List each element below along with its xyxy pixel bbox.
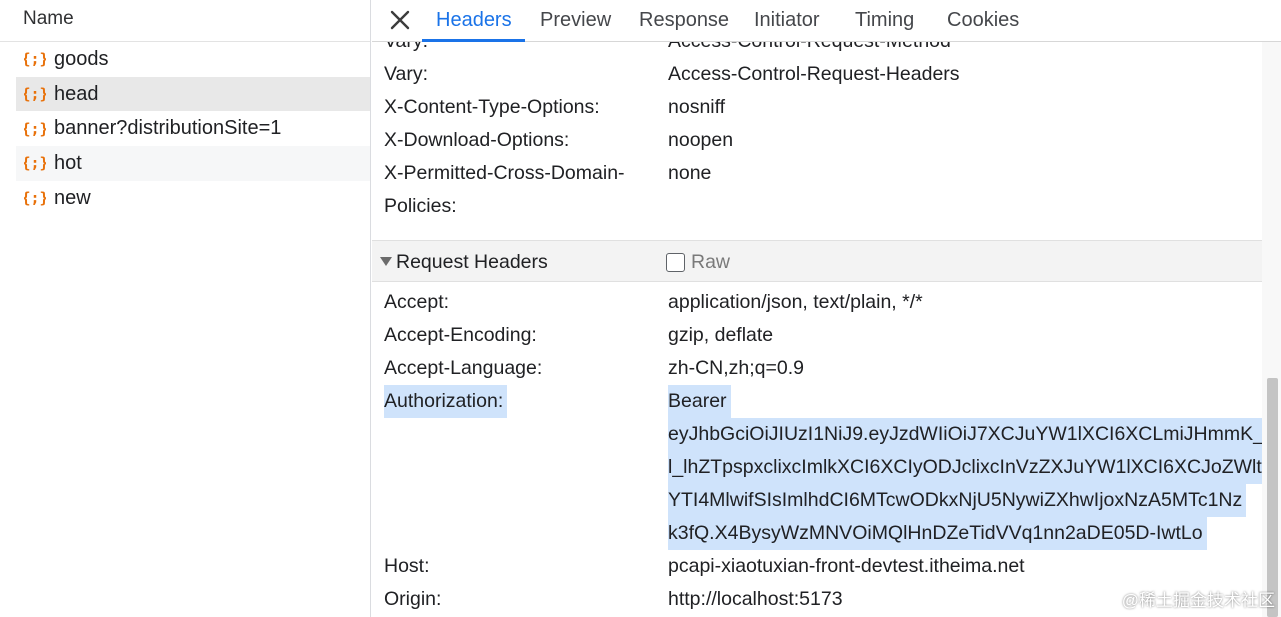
request-list-pane: Name {;} goods {;} head {;} banner?distr… [0,0,371,617]
header-key: Accept-Language: [384,357,543,379]
header-value: Access-Control-Request-Method [668,42,951,53]
header-key: Accept-Encoding: [384,324,537,346]
name-column-header[interactable]: Name [0,0,370,42]
raw-label: Raw [691,251,731,273]
json-braces-icon: {;} [24,83,46,105]
header-key: X-Download-Options: [384,129,570,151]
tab-preview[interactable]: Preview [540,0,611,42]
header-key: Accept: [384,291,450,313]
svg-text:{;}: {;} [24,85,46,103]
auth-line: l_lhZTpspxclixcImlkXCI6XCIyODJclixcInVzZ… [668,451,1262,484]
json-braces-icon: {;} [24,187,46,209]
header-value: gzip, deflate [668,324,774,346]
raw-toggle[interactable]: Raw [666,251,730,274]
header-key: X-Permitted-Cross-Domain- [384,162,625,184]
request-list: {;} goods {;} head {;} banner?distributi… [16,42,370,215]
header-value: noopen [668,129,734,151]
header-key: Authorization: [384,385,508,418]
watermark: @稀土掘金技术社区 [1121,591,1275,610]
request-item-label: goods [54,47,109,70]
request-item-goods[interactable]: {;} goods [16,42,370,77]
tab-cookies[interactable]: Cookies [947,0,1019,42]
request-item-hot[interactable]: {;} hot [16,146,370,181]
scrollbar-thumb[interactable] [1267,378,1278,617]
raw-checkbox[interactable] [666,253,685,272]
name-column-label: Name [23,8,74,29]
header-key: Vary: [384,42,428,53]
header-value: pcapi-xiaotuxian-front-devtest.itheima.n… [668,555,1025,577]
detail-tabbar: Headers Preview Response Initiator Timin… [372,0,1281,42]
headers-content: Vary: Access-Control-Request-Method Vary… [372,42,1262,617]
header-value: Access-Control-Request-Headers [668,63,960,85]
header-value: http://localhost:5173 [668,588,843,610]
tab-headers[interactable]: Headers [436,0,512,42]
auth-line: Bearer [668,385,731,418]
json-braces-icon: {;} [24,118,46,140]
header-key: Policies: [384,195,457,217]
auth-line: k3fQ.X4BysyWzMNVOiMQlHnDZeTidVVq1nn2aDE0… [668,517,1207,550]
close-icon[interactable] [388,8,412,32]
header-value: none [668,162,712,184]
auth-line: YTI4MlwifSIsImlhdCI6MTcwODkxNjU5NywiZXhw… [668,484,1247,517]
request-item-banner[interactable]: {;} banner?distributionSite=1 [16,111,370,146]
request-item-head[interactable]: {;} head [16,76,370,112]
request-item-label: head [54,82,99,105]
request-item-label: banner?distributionSite=1 [54,117,282,140]
svg-text:{;}: {;} [24,189,46,207]
svg-text:{;}: {;} [24,120,46,138]
svg-text:{;}: {;} [24,154,46,172]
header-value: zh-CN,zh;q=0.9 [668,357,805,379]
vertical-scrollbar[interactable] [1262,42,1281,617]
header-key: X-Content-Type-Options: [384,96,600,118]
json-braces-icon: {;} [24,152,46,174]
header-value: nosniff [668,96,726,118]
request-item-new[interactable]: {;} new [16,181,370,216]
request-item-label: new [54,186,91,209]
header-value: application/json, text/plain, */* [668,291,923,313]
json-braces-icon: {;} [24,48,46,70]
header-key: Vary: [384,63,429,85]
request-headers-section[interactable]: Request Headers Raw [372,240,1262,282]
tab-response[interactable]: Response [639,0,729,42]
header-key: Host: [384,555,430,577]
header-key: Origin: [384,588,442,610]
svg-text:{;}: {;} [24,50,46,68]
section-title: Request Headers [396,251,548,273]
request-item-label: hot [54,151,82,174]
request-detail-pane: Headers Preview Response Initiator Timin… [372,0,1281,617]
collapse-triangle-icon[interactable] [380,257,392,266]
tab-initiator[interactable]: Initiator [754,0,820,42]
auth-line: eyJhbGciOiJIUzI1NiJ9.eyJzdWIiOiJ7XCJuYW1… [668,418,1262,451]
devtools-network-panel: Name {;} goods {;} head {;} banner?distr… [0,0,1281,617]
tab-timing[interactable]: Timing [855,0,914,42]
